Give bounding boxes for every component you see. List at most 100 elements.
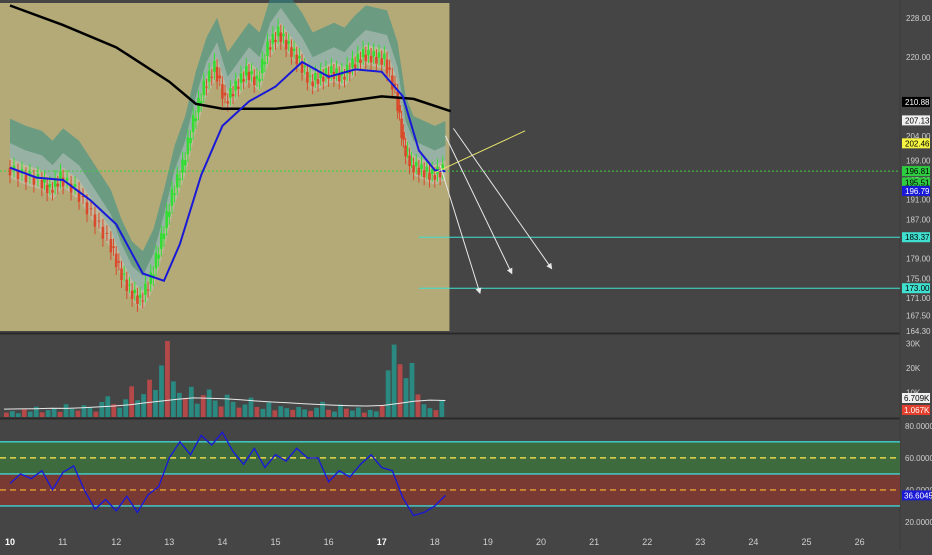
candle-body [65, 177, 69, 181]
volume-bar [367, 409, 373, 417]
volume-tick-label: 30K [906, 339, 921, 348]
candle-body [101, 226, 105, 239]
candle-body [221, 84, 224, 99]
volume-bar [45, 410, 51, 417]
x-tick-label: 25 [802, 537, 812, 547]
candle-body [120, 268, 123, 280]
volume-bar [129, 386, 135, 417]
candle-body [337, 74, 341, 82]
x-tick-label: 24 [748, 537, 758, 547]
candle-body [32, 177, 36, 185]
candle-body [422, 170, 426, 178]
y-tick-label: 164.30 [906, 327, 931, 336]
volume-bar [326, 409, 331, 417]
candle-body [114, 253, 118, 268]
candle-body [144, 283, 147, 295]
candle-body [136, 295, 139, 304]
candle-body [24, 175, 28, 183]
candle-body [205, 86, 208, 88]
candle-body [165, 211, 168, 228]
volume-bar [206, 389, 212, 417]
volume-bar [344, 408, 349, 417]
candle-body [51, 189, 54, 193]
candle-body [311, 81, 314, 87]
candle-body [130, 290, 134, 300]
candle-body [242, 79, 245, 82]
candle-body [112, 246, 115, 248]
volume-bar [165, 340, 170, 417]
candle-body [364, 54, 368, 62]
price-label: 207.13 [905, 116, 930, 125]
candle-body [226, 101, 230, 104]
y-tick-label: 167.50 [906, 311, 931, 320]
candle-body [215, 66, 219, 82]
volume-bar [373, 411, 379, 417]
candle-body [351, 58, 354, 68]
volume-bar [212, 400, 218, 417]
volume-bar [272, 410, 278, 417]
volume-bar [69, 408, 75, 417]
volume-bar [93, 411, 99, 417]
candle-body [237, 86, 240, 89]
volume-bar [141, 394, 146, 417]
projection-arrow [452, 128, 553, 270]
candle-body [271, 33, 275, 44]
candle-body [48, 183, 52, 188]
volume-bar [81, 405, 87, 417]
y-tick-label: 228.00 [906, 14, 931, 23]
candle-body [194, 118, 198, 122]
candle-body [97, 220, 101, 222]
x-tick-label: 18 [430, 537, 440, 547]
oscillator-tick-label: 60.0000 [905, 454, 932, 463]
volume-bar [4, 412, 9, 417]
volume-bar [75, 410, 81, 417]
candle-body [412, 165, 415, 173]
volume-label: 6.709K [904, 394, 930, 403]
candle-body [335, 68, 338, 74]
volume-bar [290, 409, 296, 417]
volume-bar [176, 392, 182, 417]
price-label: 196.81 [905, 167, 930, 176]
trading-chart[interactable]: 164.30167.50171.00175.00179.00183.00187.… [0, 0, 932, 550]
candle-body [321, 76, 325, 82]
candle-body [138, 294, 142, 299]
candle-body [128, 284, 131, 286]
candle-body [93, 214, 97, 227]
x-tick-label: 12 [111, 537, 121, 547]
volume-bar [242, 404, 248, 417]
candle-body [425, 166, 429, 172]
volume-bar [421, 404, 427, 417]
volume-bar [302, 409, 308, 417]
candle-body [89, 208, 93, 210]
candle-body [117, 261, 121, 263]
candle-body [85, 202, 89, 215]
x-tick-label: 23 [695, 537, 705, 547]
candle-body [353, 64, 357, 68]
candle-body [247, 71, 251, 81]
volume-bar [391, 344, 397, 417]
candle-body [308, 75, 312, 77]
x-tick-label: 20 [536, 537, 546, 547]
volume-bar [385, 370, 391, 417]
candle-body [223, 92, 227, 96]
volume-bar [188, 386, 194, 417]
candle-body [402, 132, 405, 140]
candle-body [56, 183, 60, 187]
candle-body [229, 88, 232, 98]
volume-bar [57, 411, 63, 417]
volume-bar [147, 379, 152, 417]
price-label: 210.88 [905, 98, 930, 107]
candle-body [234, 80, 237, 91]
volume-bar [415, 394, 421, 417]
candle-body [406, 149, 409, 151]
candle-body [375, 57, 378, 64]
volume-bar [433, 410, 439, 417]
candle-body [149, 272, 153, 284]
candle-body [408, 155, 411, 167]
chart-canvas[interactable]: 164.30167.50171.00175.00179.00183.00187.… [0, 0, 932, 550]
candle-body [372, 51, 376, 57]
volume-bar [51, 408, 57, 417]
volume-bar [224, 394, 230, 417]
candle-body [361, 48, 365, 58]
candle-body [329, 65, 333, 74]
